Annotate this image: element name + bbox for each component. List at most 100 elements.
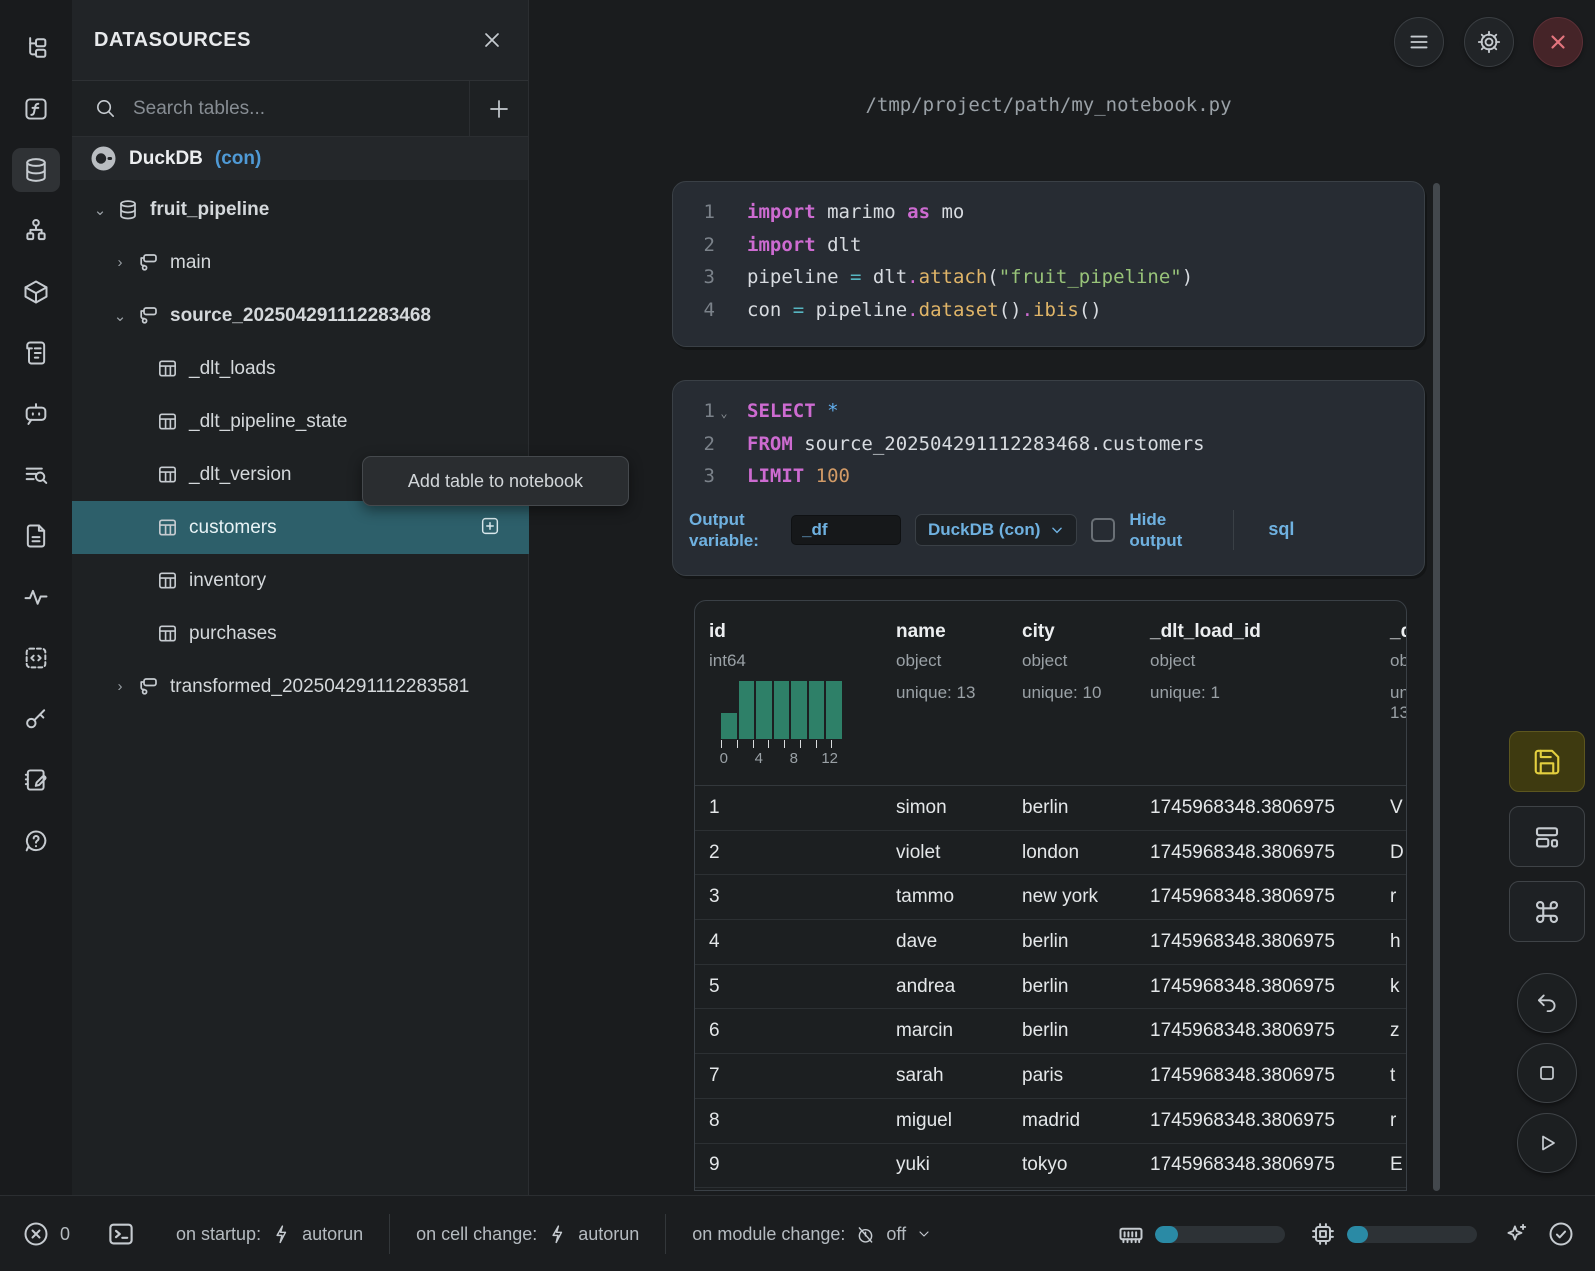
table-row[interactable]: 1simonberlin1745968348.3806975V <box>695 786 1406 831</box>
table-row[interactable]: 5andreaberlin1745968348.3806975k <box>695 965 1406 1010</box>
code-line[interactable]: 3pipeline = dlt.attach("fruit_pipeline") <box>673 261 1424 294</box>
notebook-scrollbar[interactable] <box>1433 183 1440 1191</box>
documentation-icon <box>22 522 50 550</box>
column-header-dlt-id[interactable]: _dlt_id object unique: 13 <box>1376 601 1407 785</box>
rail-item-file-tree[interactable] <box>12 26 60 70</box>
table-cell: 3 <box>695 875 882 919</box>
tree-item-source_202504291112283468[interactable]: ⌄source_202504291112283468 <box>72 289 529 342</box>
histogram-tick <box>831 740 847 748</box>
rail-item-tracing[interactable] <box>12 575 60 619</box>
chevron-down-icon[interactable]: ⌄ <box>110 307 130 325</box>
column-header-name[interactable]: name object unique: 13 <box>882 601 1008 785</box>
chevron-right-icon[interactable]: › <box>110 678 130 695</box>
rail-item-packages[interactable] <box>12 270 60 314</box>
column-header-dlt-load-id[interactable]: _dlt_load_id object unique: 1 <box>1136 601 1376 785</box>
python-cell[interactable]: 1import marimo as mo2import dlt3pipeline… <box>672 181 1425 347</box>
menu-button[interactable] <box>1394 17 1444 67</box>
table-cell: andrea <box>882 965 1008 1009</box>
tree-item-main[interactable]: ›main <box>72 236 529 289</box>
table-cell: 1745968348.3806975 <box>1136 786 1376 830</box>
fold-chevron-icon[interactable]: ⌄ <box>715 397 733 430</box>
on-startup-setting[interactable]: on startup: autorun <box>150 1224 389 1245</box>
connection-status-button[interactable] <box>1547 1220 1575 1248</box>
rail-item-secrets[interactable] <box>12 697 60 741</box>
table-cell: berlin <box>1008 965 1136 1009</box>
id-histogram: 04812 <box>721 681 847 768</box>
code-line[interactable]: 1import marimo as mo <box>673 196 1424 229</box>
table-row[interactable]: 9yukitokyo1745968348.3806975E <box>695 1144 1406 1189</box>
tree-item-transformed_202504291112283581[interactable]: ›transformed_202504291112283581 <box>72 660 529 713</box>
engine-select-dropdown[interactable]: DuckDB (con) <box>915 514 1077 546</box>
table-row[interactable]: 6marcinberlin1745968348.3806975z <box>695 1009 1406 1054</box>
table-row[interactable]: 8miguelmadrid1745968348.3806975r <box>695 1099 1406 1144</box>
table-icon <box>156 516 179 539</box>
close-panel-icon[interactable] <box>480 28 504 52</box>
tree-item-fruit_pipeline[interactable]: ⌄fruit_pipeline <box>72 183 529 236</box>
code-line[interactable]: 4con = pipeline.dataset().ibis() <box>673 294 1424 327</box>
code-line[interactable]: 1⌄SELECT * <box>673 395 1424 428</box>
circle-x-icon <box>22 1220 50 1248</box>
code-text: SELECT * <box>733 395 839 428</box>
hide-output-label: Hide output <box>1129 509 1193 551</box>
chevron-down-icon[interactable]: ⌄ <box>90 201 110 219</box>
search-box[interactable] <box>72 81 469 136</box>
table-row[interactable]: 7sarahparis1745968348.3806975t <box>695 1054 1406 1099</box>
settings-button[interactable] <box>1464 17 1514 67</box>
rail-item-functions[interactable] <box>12 87 60 131</box>
hide-output-checkbox[interactable] <box>1091 518 1115 542</box>
rail-item-chat-bot[interactable] <box>12 392 60 436</box>
undo-button[interactable] <box>1517 973 1577 1033</box>
table-row[interactable]: 3tammonew york1745968348.3806975r <box>695 875 1406 920</box>
rail-item-documentation[interactable] <box>12 514 60 558</box>
tree-item-_dlt_loads[interactable]: _dlt_loads <box>72 342 529 395</box>
add-datasource-button[interactable] <box>469 81 528 136</box>
on-cell-change-setting[interactable]: on cell change: autorun <box>390 1224 665 1245</box>
table-cell: berlin <box>1008 1009 1136 1053</box>
ai-assist-button[interactable] <box>1503 1221 1529 1247</box>
code-line[interactable]: 2FROM source_202504291112283468.customer… <box>673 428 1424 461</box>
table-row[interactable]: 2violetlondon1745968348.3806975D <box>695 831 1406 876</box>
tree-item-label: _dlt_loads <box>189 358 276 380</box>
output-variable-input[interactable] <box>791 515 901 545</box>
tree-item-label: _dlt_pipeline_state <box>189 411 347 433</box>
tracing-icon <box>22 583 50 611</box>
table-cell: violet <box>882 831 1008 875</box>
save-button[interactable] <box>1509 731 1585 792</box>
search-input[interactable] <box>131 97 395 121</box>
errors-button[interactable]: 0 <box>22 1220 70 1248</box>
rail-item-scroll[interactable] <box>12 331 60 375</box>
engine-name: DuckDB <box>129 148 203 170</box>
rail-item-dependencies[interactable] <box>12 209 60 253</box>
code-line[interactable]: 3LIMIT 100 <box>673 460 1424 493</box>
close-app-button[interactable] <box>1533 17 1583 67</box>
duckdb-engine-row[interactable]: DuckDB (con) <box>72 137 528 180</box>
database-icon <box>116 198 140 222</box>
terminal-button[interactable] <box>106 1219 136 1249</box>
layout-button[interactable] <box>1509 806 1585 867</box>
duckdb-logo-icon <box>90 145 117 172</box>
divider <box>1233 510 1234 550</box>
tree-item-inventory[interactable]: inventory <box>72 554 529 607</box>
on-module-change-setting[interactable]: on module change: off <box>666 1224 958 1245</box>
tree-item-customers[interactable]: customers <box>72 501 529 554</box>
table-cell: 1745968348.3806975 <box>1136 1054 1376 1098</box>
command-palette-button[interactable] <box>1509 881 1585 942</box>
datasources-panel: DATASOURCES DuckDB (con) ⌄fruit_pipeli <box>72 0 529 1195</box>
chevron-right-icon[interactable]: › <box>110 254 130 271</box>
tree-item-_dlt_pipeline_state[interactable]: _dlt_pipeline_state <box>72 395 529 448</box>
column-header-id[interactable]: id int64 04812 <box>695 601 882 785</box>
table-cell: V <box>1376 786 1407 830</box>
add-table-button[interactable] <box>479 515 501 537</box>
column-header-city[interactable]: city object unique: 10 <box>1008 601 1136 785</box>
code-line[interactable]: 2import dlt <box>673 229 1424 262</box>
rail-item-snippets[interactable] <box>12 636 60 680</box>
tree-item-purchases[interactable]: purchases <box>72 607 529 660</box>
rail-item-scratchpad[interactable] <box>12 758 60 802</box>
rail-item-datasources[interactable] <box>12 148 60 192</box>
run-button[interactable] <box>1517 1113 1577 1173</box>
rail-item-help[interactable] <box>12 819 60 863</box>
stop-button[interactable] <box>1517 1043 1577 1103</box>
table-row[interactable]: 4daveberlin1745968348.3806975h <box>695 920 1406 965</box>
sql-cell[interactable]: 1⌄SELECT *2FROM source_20250429111228346… <box>672 380 1425 576</box>
rail-item-log-search[interactable] <box>12 453 60 497</box>
